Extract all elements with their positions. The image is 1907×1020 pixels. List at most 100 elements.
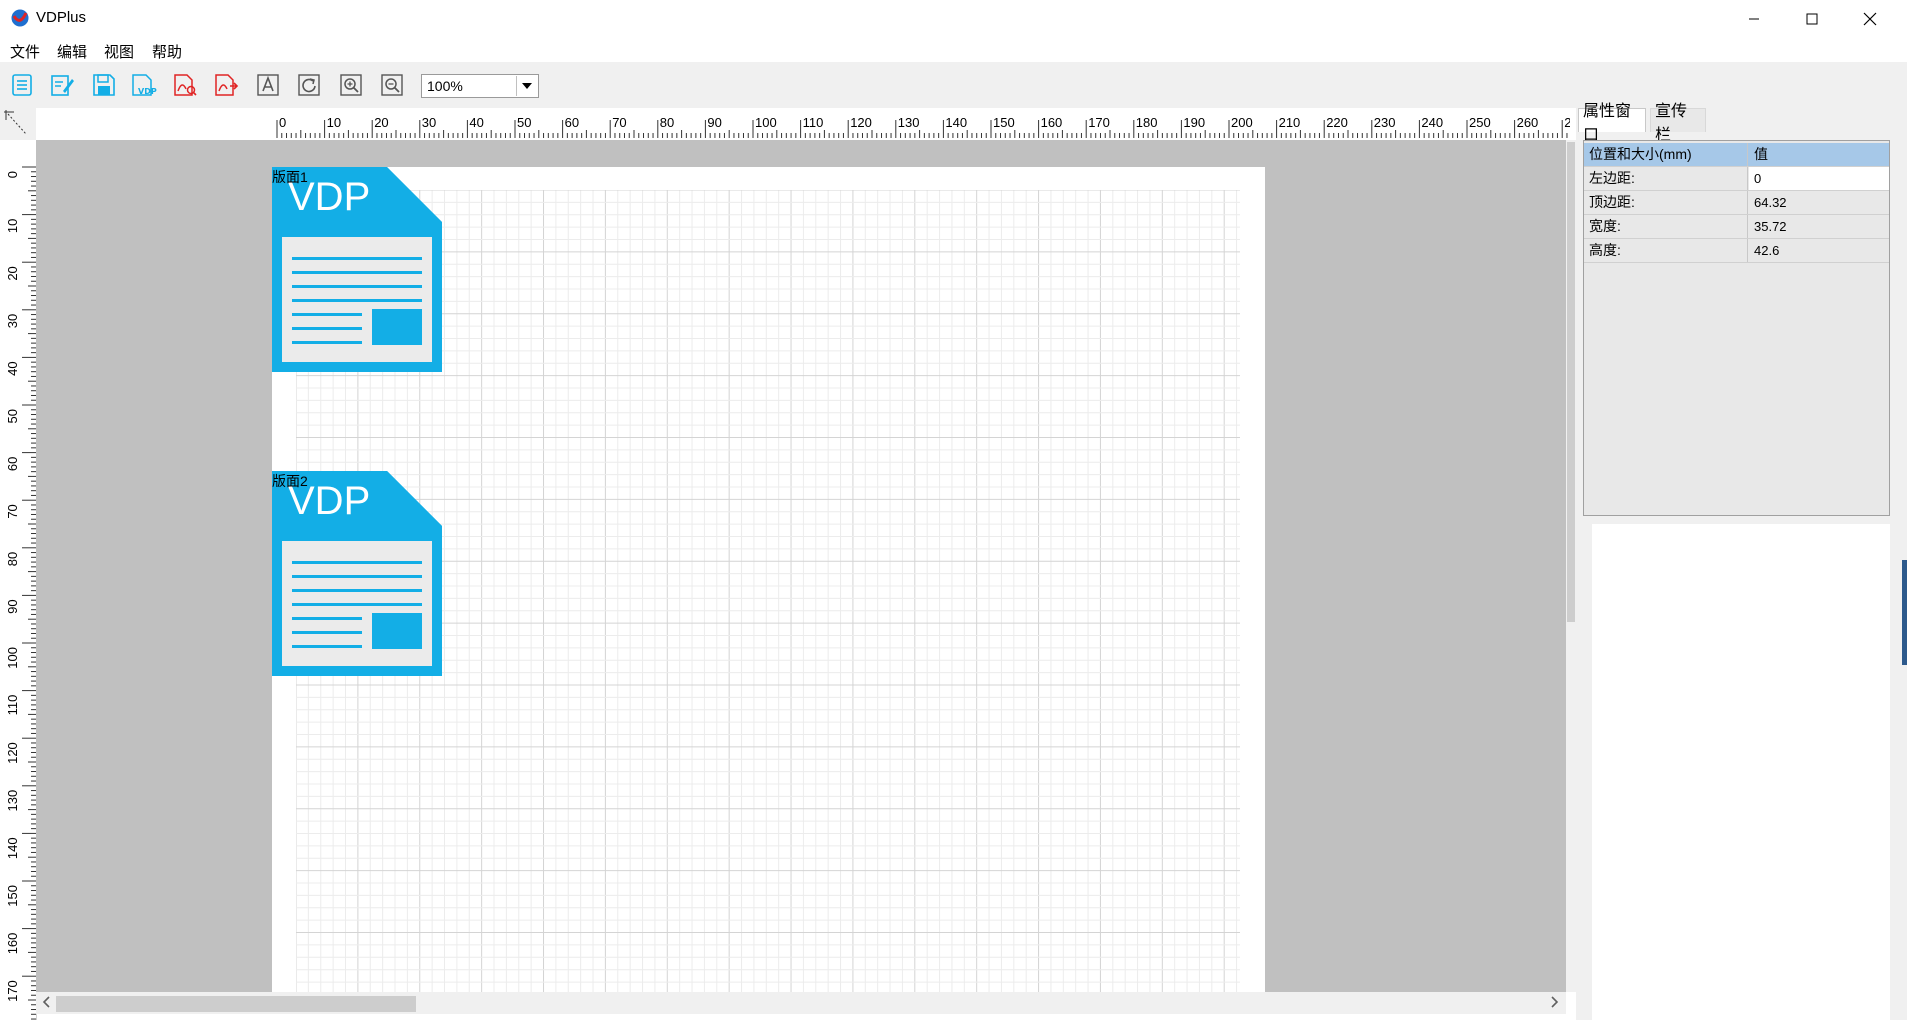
ruler-label: 0 [5, 171, 20, 178]
window-title: VDPlus [36, 9, 87, 26]
ruler-label: 20 [374, 115, 388, 130]
ruler-label: 160 [1041, 115, 1063, 130]
pdf-export-icon[interactable] [213, 72, 239, 98]
ruler-label: 20 [5, 266, 20, 280]
tab-promotion[interactable]: 宣传栏 [1650, 103, 1706, 144]
pdf-preview-icon[interactable] [172, 72, 198, 98]
ruler-label: 110 [5, 695, 20, 716]
property-value-input[interactable]: 0 [1749, 167, 1889, 190]
ruler-label: 110 [803, 115, 824, 130]
ruler-label: 120 [850, 115, 872, 130]
ruler-label: 150 [993, 115, 1015, 130]
text-tool-icon[interactable] [255, 72, 281, 98]
property-value[interactable]: 42.6 [1749, 239, 1889, 262]
ruler-label: 30 [5, 314, 20, 328]
ruler-label: 130 [898, 115, 920, 130]
property-header-value: 值 [1754, 146, 1768, 162]
menu-help[interactable]: 帮助 [152, 41, 182, 62]
menu-file[interactable]: 文件 [10, 41, 40, 62]
edit-document-icon[interactable] [49, 72, 75, 98]
property-row-width[interactable]: 宽度: 35.72 [1584, 215, 1889, 239]
horizontal-ruler-ticks: 0 10 20 30 40 50 60 70 80 90 100 110 120 130 140 150 160… [276, 115, 1570, 138]
minimize-icon [1749, 18, 1759, 20]
ruler-label: 40 [469, 115, 483, 130]
ruler-label: 170 [5, 980, 20, 1002]
zoom-out-icon[interactable] [379, 72, 405, 98]
zoom-select[interactable]: 100% [421, 74, 539, 98]
ruler-label: 80 [660, 115, 674, 130]
property-grid: 位置和大小(mm) 值 左边距: 0 顶边距: 64.32 宽度: 35.72 … [1583, 140, 1890, 516]
title-bar [0, 0, 1907, 38]
ruler-label: 130 [5, 790, 20, 812]
ruler-label: 90 [5, 599, 20, 613]
scroll-left-icon[interactable] [41, 994, 53, 1013]
property-row-height[interactable]: 高度: 42.6 [1584, 239, 1889, 263]
ruler-label: 170 [1088, 115, 1110, 130]
scroll-right-icon[interactable] [1548, 994, 1560, 1013]
property-key: 顶边距: [1584, 191, 1748, 214]
ruler-label: 10 [327, 115, 341, 130]
rotate-icon[interactable] [296, 72, 322, 98]
ruler-label: 60 [565, 115, 579, 130]
property-header-key: 位置和大小(mm) [1584, 143, 1748, 166]
ruler-label: 220 [1326, 115, 1348, 130]
ruler-label: 140 [5, 837, 20, 859]
ruler-label: 200 [1231, 115, 1253, 130]
ruler-label: 250 [1469, 115, 1491, 130]
menu-bar [0, 38, 1907, 62]
ruler-label: 260 [1517, 115, 1539, 130]
ruler-label: 0 [279, 115, 286, 130]
new-document-icon[interactable] [9, 72, 35, 98]
menu-edit[interactable]: 编辑 [57, 41, 87, 62]
property-description-area [1592, 524, 1890, 1020]
ruler-label: 230 [1374, 115, 1396, 130]
chevron-down-icon[interactable] [516, 76, 537, 96]
ruler-label: 240 [1421, 115, 1443, 130]
ruler-label: 210 [1279, 115, 1301, 130]
save-icon[interactable] [91, 72, 117, 98]
vertical-ruler: 0 10 20 30 40 50 60 70 80 90 100 110 120 130 140 150 160… [0, 140, 37, 1020]
ruler-label: 50 [517, 115, 531, 130]
ruler-label: 50 [5, 409, 20, 423]
ruler-label: 100 [755, 115, 777, 130]
window-edge-accent [1902, 560, 1907, 665]
zoom-in-icon[interactable] [338, 72, 364, 98]
zoom-value: 100% [427, 78, 463, 94]
vertical-ruler-ticks: 0 10 20 30 40 50 60 70 80 90 100 110 120 130 140 150 160… [5, 166, 36, 1020]
property-value[interactable]: 35.72 [1749, 215, 1889, 238]
svg-text:VDP: VDP [138, 87, 157, 96]
maximize-icon [1806, 13, 1818, 25]
close-icon [1863, 12, 1877, 26]
horizontal-ruler: 0 10 20 30 40 50 60 70 80 90 100 110 120 130 140 150 160… [270, 108, 1570, 138]
minimize-button[interactable] [1725, 0, 1783, 38]
maximize-button[interactable] [1783, 0, 1841, 38]
ruler-label: 80 [5, 552, 20, 566]
ruler-corner [0, 108, 36, 140]
vdp-icon[interactable]: VDP [130, 72, 157, 98]
ruler-label: 150 [5, 885, 20, 907]
tab-properties[interactable]: 属性窗口 [1578, 103, 1646, 144]
ruler-label: 180 [1136, 115, 1158, 130]
ruler-label: 70 [612, 115, 626, 130]
ruler-origin-icon[interactable] [0, 108, 36, 140]
ruler-label: 140 [945, 115, 967, 130]
ruler-label: 100 [5, 647, 20, 669]
property-row-top[interactable]: 顶边距: 64.32 [1584, 191, 1889, 215]
vertical-scroll-thumb[interactable] [1567, 142, 1575, 622]
app-logo-icon [10, 8, 30, 28]
ruler-label: 40 [5, 361, 20, 375]
ruler-label: 120 [5, 742, 20, 764]
property-row-left[interactable]: 左边距: 0 [1584, 167, 1889, 191]
menu-view[interactable]: 视图 [104, 41, 134, 62]
horizontal-scroll-thumb[interactable] [56, 996, 416, 1012]
property-key: 宽度: [1584, 215, 1748, 238]
close-button[interactable] [1841, 0, 1899, 38]
ruler-label: 30 [422, 115, 436, 130]
property-value[interactable]: 64.32 [1749, 191, 1889, 214]
ruler-label: 160 [5, 933, 20, 955]
ruler-label: 90 [707, 115, 721, 130]
ruler-label: 60 [5, 457, 20, 471]
ruler-label: 70 [5, 504, 20, 518]
plate-label-1-overlay: 版面1 [272, 169, 308, 185]
plate-label-2: 版面2 [272, 473, 308, 489]
